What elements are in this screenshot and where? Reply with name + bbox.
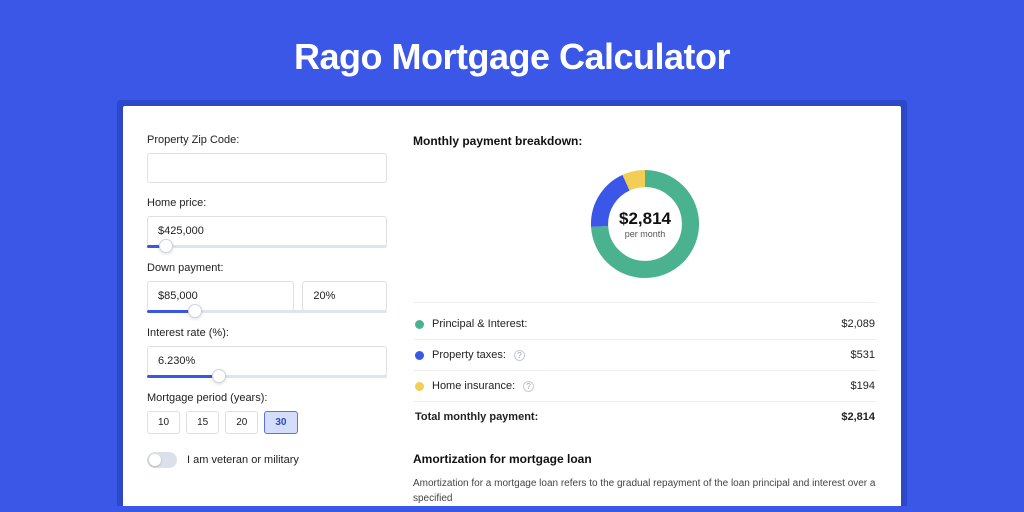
donut-amount: $2,814	[619, 209, 671, 229]
home-price-input[interactable]	[147, 216, 387, 246]
period-group: Mortgage period (years): 10 15 20 30	[147, 392, 387, 434]
card-shadow: Property Zip Code: Home price: Down paym…	[117, 100, 907, 506]
home-price-group: Home price:	[147, 197, 387, 248]
donut-center: $2,814 per month	[585, 164, 705, 284]
legend-row-total: Total monthly payment: $2,814	[413, 402, 877, 432]
down-payment-slider[interactable]	[147, 310, 387, 313]
period-option-20[interactable]: 20	[225, 411, 258, 434]
interest-group: Interest rate (%):	[147, 327, 387, 378]
zip-label: Property Zip Code:	[147, 134, 387, 146]
breakdown-column: Monthly payment breakdown: $2,814 per mo…	[413, 134, 877, 506]
legend-label: Property taxes:	[432, 349, 506, 361]
period-option-30[interactable]: 30	[264, 411, 297, 434]
legend-value: $531	[851, 349, 875, 361]
zip-input[interactable]	[147, 153, 387, 183]
legend-label: Principal & Interest:	[432, 318, 527, 330]
interest-label: Interest rate (%):	[147, 327, 387, 339]
legend-value: $194	[851, 380, 875, 392]
total-value: $2,814	[841, 411, 875, 423]
down-payment-group: Down payment:	[147, 262, 387, 313]
dot-icon	[415, 351, 424, 360]
dot-icon	[415, 320, 424, 329]
home-price-label: Home price:	[147, 197, 387, 209]
veteran-label: I am veteran or military	[187, 454, 299, 466]
veteran-row: I am veteran or military	[147, 452, 387, 468]
interest-slider[interactable]	[147, 375, 387, 378]
down-payment-amount-input[interactable]	[147, 281, 294, 311]
info-icon[interactable]: ?	[514, 350, 525, 361]
period-label: Mortgage period (years):	[147, 392, 387, 404]
total-label: Total monthly payment:	[415, 411, 538, 423]
legend-row-insurance: Home insurance: ? $194	[413, 371, 877, 402]
page-title: Rago Mortgage Calculator	[0, 0, 1024, 100]
legend-value: $2,089	[841, 318, 875, 330]
donut-sub: per month	[625, 229, 666, 239]
down-payment-percent-input[interactable]	[302, 281, 387, 311]
amortization-title: Amortization for mortgage loan	[413, 452, 877, 466]
breakdown-title: Monthly payment breakdown:	[413, 134, 877, 148]
info-icon[interactable]: ?	[523, 381, 534, 392]
interest-slider-fill	[147, 375, 219, 378]
period-options: 10 15 20 30	[147, 411, 387, 434]
down-payment-label: Down payment:	[147, 262, 387, 274]
period-option-15[interactable]: 15	[186, 411, 219, 434]
legend-label: Home insurance:	[432, 380, 515, 392]
period-option-10[interactable]: 10	[147, 411, 180, 434]
home-price-slider[interactable]	[147, 245, 387, 248]
dot-icon	[415, 382, 424, 391]
interest-slider-thumb[interactable]	[212, 369, 226, 383]
down-payment-slider-thumb[interactable]	[188, 304, 202, 318]
legend-row-taxes: Property taxes: ? $531	[413, 340, 877, 371]
form-column: Property Zip Code: Home price: Down paym…	[147, 134, 387, 506]
calculator-card: Property Zip Code: Home price: Down paym…	[123, 106, 901, 506]
interest-input[interactable]	[147, 346, 387, 376]
veteran-toggle[interactable]	[147, 452, 177, 468]
donut-container: $2,814 per month	[413, 154, 877, 303]
zip-field-group: Property Zip Code:	[147, 134, 387, 183]
legend-row-principal: Principal & Interest: $2,089	[413, 309, 877, 340]
amortization-text: Amortization for a mortgage loan refers …	[413, 476, 877, 506]
payment-donut-chart: $2,814 per month	[585, 164, 705, 284]
home-price-slider-thumb[interactable]	[159, 239, 173, 253]
